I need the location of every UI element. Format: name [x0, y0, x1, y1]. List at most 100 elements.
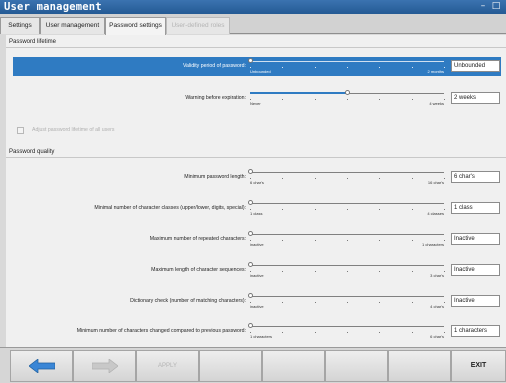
slider-tick	[282, 178, 284, 179]
slider-tick	[411, 67, 413, 68]
slider-max-label: 16 char's	[427, 180, 444, 185]
slider-handle[interactable]	[247, 323, 253, 328]
validity-period-value[interactable]: Unbounded	[451, 60, 500, 72]
exit-button[interactable]: EXIT	[451, 350, 506, 382]
slider-min-label: inactive	[250, 242, 264, 247]
slider-tick	[379, 332, 381, 333]
slider-tick	[443, 67, 445, 68]
slider-tick	[443, 332, 445, 333]
slider-tick	[411, 209, 413, 210]
slider-handle[interactable]	[247, 58, 253, 63]
slider-handle[interactable]	[247, 200, 253, 205]
slider-handle[interactable]	[247, 293, 253, 298]
repeated-characters-slider[interactable]	[247, 231, 444, 236]
slider-min-label: Unbounded	[250, 69, 271, 74]
slider-tick	[282, 302, 284, 303]
slider-max-label: 4 weeks	[429, 101, 444, 106]
slider-tick	[314, 178, 316, 179]
slider-tick	[443, 178, 445, 179]
password-settings-panel: Password lifetime Validity period of pas…	[6, 35, 506, 347]
slider-tick	[443, 209, 445, 210]
slider-tick	[379, 209, 381, 210]
adjust-lifetime-label: Adjust password lifetime of all users	[32, 127, 115, 133]
character-sequences-slider[interactable]	[247, 262, 444, 267]
slider-tick	[443, 240, 445, 241]
min-password-length-slider[interactable]	[247, 169, 444, 174]
back-button[interactable]	[10, 350, 73, 382]
slider-handle[interactable]	[247, 169, 253, 174]
slider-tick	[346, 240, 348, 241]
changed-characters-value[interactable]: 1 characters	[451, 325, 500, 337]
tab-user-management[interactable]: User management	[40, 17, 105, 34]
dictionary-check-value[interactable]: Inactive	[451, 295, 500, 307]
slider-tick	[346, 302, 348, 303]
arrow-left-icon	[28, 359, 55, 373]
warning-expiration-value[interactable]: 2 weeks	[451, 92, 500, 104]
slider-max-label: 4 classes	[427, 211, 444, 216]
minimize-button[interactable]: –	[477, 0, 489, 14]
slider-tick	[250, 302, 251, 303]
slider-handle[interactable]	[247, 262, 253, 267]
slider-tick	[443, 271, 445, 272]
quality-row: Maximum number of repeated characters: i…	[13, 230, 501, 249]
softkey-empty	[388, 350, 451, 382]
slider-handle[interactable]	[344, 90, 350, 95]
slider-tick	[250, 99, 251, 100]
window-title: User management	[4, 1, 102, 13]
password-quality-heading: Password quality	[6, 148, 506, 158]
character-sequences-label: Maximum length of character sequences:	[151, 267, 246, 273]
slider-handle[interactable]	[247, 231, 253, 236]
title-bar: User management – □	[0, 0, 506, 14]
validity-period-slider[interactable]	[247, 58, 444, 63]
quality-row: Minimum number of characters changed com…	[13, 322, 501, 341]
warning-expiration-slider[interactable]	[250, 90, 444, 95]
validity-period-row[interactable]: Validity period of password: Unbounded 2…	[13, 57, 501, 76]
slider-tick	[411, 302, 413, 303]
quality-row: Minimal number of character classes (upp…	[13, 199, 501, 218]
character-classes-slider[interactable]	[247, 200, 444, 205]
slider-max-label: 6 char's	[430, 334, 444, 339]
tab-settings[interactable]: Settings	[0, 17, 40, 34]
dictionary-check-slider[interactable]	[247, 293, 444, 298]
slider-tick	[282, 240, 284, 241]
repeated-characters-value[interactable]: Inactive	[451, 233, 500, 245]
slider-tick	[250, 240, 251, 241]
min-password-length-label: Minimum password length:	[184, 174, 246, 180]
slider-tick	[250, 332, 251, 333]
slider-tick	[379, 240, 381, 241]
arrow-right-icon	[91, 359, 118, 373]
softkey-empty	[199, 350, 262, 382]
slider-tick	[282, 332, 284, 333]
min-password-length-value[interactable]: 6 char's	[451, 171, 500, 183]
slider-max-label: 2 months	[427, 69, 444, 74]
apply-button: APPLY	[136, 350, 199, 382]
slider-tick	[346, 67, 348, 68]
slider-tick	[282, 209, 284, 210]
validity-period-label: Validity period of password:	[182, 63, 246, 69]
slider-tick	[411, 332, 413, 333]
slider-tick	[443, 99, 445, 100]
slider-tick	[250, 271, 251, 272]
tab-password-settings[interactable]: Password settings	[105, 17, 166, 35]
slider-tick	[314, 271, 316, 272]
maximize-button[interactable]: □	[490, 0, 502, 14]
slider-min-label: inactive	[250, 304, 264, 309]
slider-tick	[379, 271, 381, 272]
password-lifetime-heading: Password lifetime	[6, 38, 506, 48]
character-classes-value[interactable]: 1 class	[451, 202, 500, 214]
adjust-lifetime-checkbox	[17, 127, 24, 134]
slider-min-label: inactive	[250, 273, 264, 278]
slider-tick	[346, 99, 348, 100]
slider-tick	[282, 67, 284, 68]
slider-tick	[379, 302, 381, 303]
slider-tick	[314, 209, 316, 210]
slider-min-label: 1 class	[250, 211, 263, 216]
repeated-characters-label: Maximum number of repeated characters:	[149, 236, 246, 242]
slider-min-label: Never	[250, 101, 261, 106]
tab-bar: Settings User management Password settin…	[0, 14, 506, 35]
slider-tick	[314, 99, 316, 100]
slider-tick	[411, 99, 413, 100]
slider-tick	[282, 271, 284, 272]
character-sequences-value[interactable]: Inactive	[451, 264, 500, 276]
changed-characters-slider[interactable]	[247, 323, 444, 328]
